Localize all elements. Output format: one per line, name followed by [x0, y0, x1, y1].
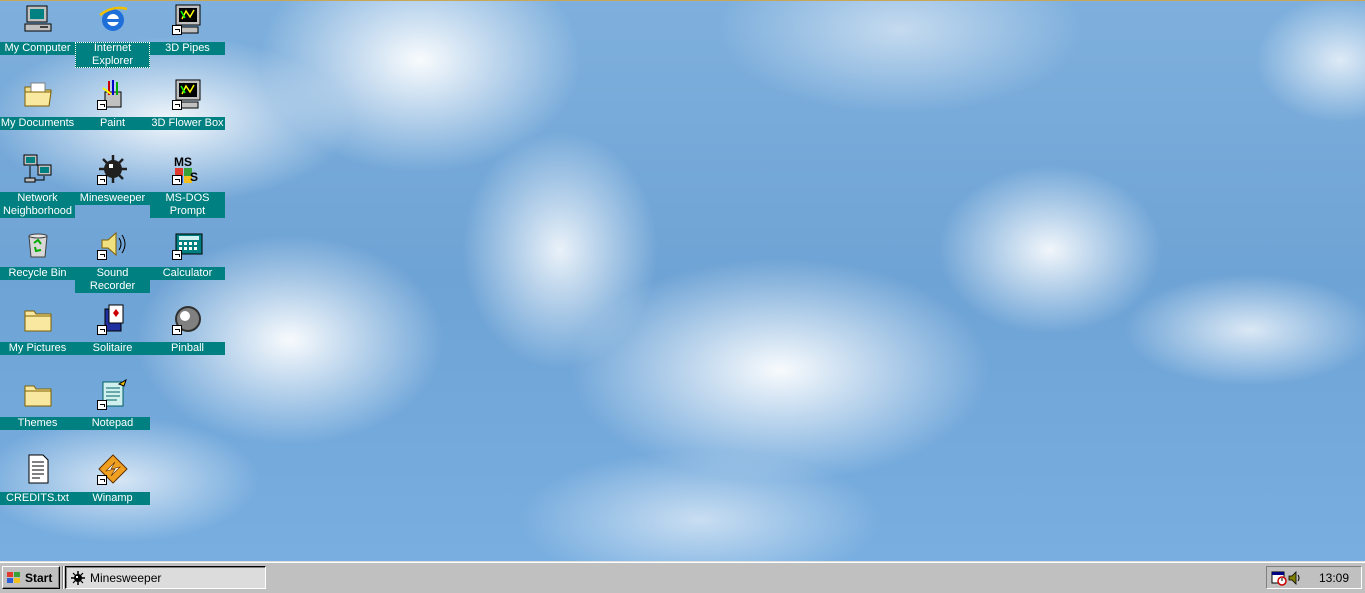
recycle-bin-icon: [22, 228, 54, 260]
desktop-icon-network-neighborhood[interactable]: Network Neighborhood: [0, 153, 75, 225]
desktop-icon-label: Winamp: [75, 492, 150, 505]
shortcut-arrow-icon: [172, 100, 182, 110]
desktop-icon-my-pictures[interactable]: My Pictures: [0, 303, 75, 375]
desktop-icon-label: Recycle Bin: [0, 267, 75, 280]
folder-documents-icon: [22, 78, 54, 110]
shortcut-arrow-icon: [172, 325, 182, 335]
desktop-icon-label: Themes: [0, 417, 75, 430]
desktop-icon-label: CREDITS.txt: [0, 492, 75, 505]
shortcut-arrow-icon: [172, 175, 182, 185]
taskbar: Start Minesweeper 13:09: [0, 561, 1365, 593]
msdos-icon: MS S: [172, 153, 204, 185]
desktop-icon-label: Network Neighborhood: [0, 192, 75, 218]
svg-text:S: S: [190, 170, 198, 184]
svg-text:MS: MS: [174, 155, 192, 169]
desktop[interactable]: My Computer Internet Explorer 3D Pipes My D…: [0, 0, 1365, 561]
paint-icon: [97, 78, 129, 110]
notepad-icon: [97, 378, 129, 410]
desktop-icon-pinball[interactable]: Pinball: [150, 303, 225, 375]
desktop-icon-calculator[interactable]: Calculator: [150, 228, 225, 300]
speaker-icon: [97, 228, 129, 260]
desktop-icon-ms-dos-prompt[interactable]: MS S MS-DOS Prompt: [150, 153, 225, 225]
text-file-icon: [22, 453, 54, 485]
desktop-icon-themes[interactable]: Themes: [0, 378, 75, 450]
desktop-icon-label: MS-DOS Prompt: [150, 192, 225, 218]
taskbar-button-minesweeper[interactable]: Minesweeper: [65, 566, 266, 589]
winamp-icon: [97, 453, 129, 485]
shortcut-arrow-icon: [97, 250, 107, 260]
taskbar-separator: [62, 566, 64, 589]
shortcut-arrow-icon: [172, 250, 182, 260]
shortcut-arrow-icon: [97, 475, 107, 485]
desktop-icon-label: Sound Recorder: [75, 267, 150, 293]
computer-icon: [22, 3, 54, 35]
desktop-icon-label: Calculator: [150, 267, 225, 280]
desktop-icon-solitaire[interactable]: Solitaire: [75, 303, 150, 375]
mine-icon: [71, 571, 85, 585]
start-label: Start: [25, 571, 53, 585]
clock[interactable]: 13:09: [1319, 571, 1349, 585]
scheduler-icon[interactable]: [1271, 570, 1287, 586]
desktop-icon-label: Paint: [75, 117, 150, 130]
calculator-icon: [172, 228, 204, 260]
internet-explorer-icon: [97, 3, 129, 35]
windows-logo-icon: [7, 572, 20, 583]
desktop-icon-label: My Computer: [0, 42, 75, 55]
desktop-icon-label: Pinball: [150, 342, 225, 355]
taskbar-button-label: Minesweeper: [90, 571, 162, 585]
shortcut-arrow-icon: [97, 325, 107, 335]
screensaver-icon: [172, 3, 204, 35]
desktop-icon-paint[interactable]: Paint: [75, 78, 150, 150]
screensaver-icon: [172, 78, 204, 110]
pinball-icon: [172, 303, 204, 335]
mine-icon: [97, 153, 129, 185]
desktop-icon-label: My Pictures: [0, 342, 75, 355]
shortcut-arrow-icon: [97, 175, 107, 185]
folder-icon: [22, 378, 54, 410]
system-tray: 13:09: [1266, 566, 1362, 589]
shortcut-arrow-icon: [97, 400, 107, 410]
volume-icon[interactable]: [1288, 570, 1302, 586]
desktop-icon-my-documents[interactable]: My Documents: [0, 78, 75, 150]
desktop-icon-notepad[interactable]: Notepad: [75, 378, 150, 450]
shortcut-arrow-icon: [172, 25, 182, 35]
desktop-icon-label: Notepad: [75, 417, 150, 430]
folder-icon: [22, 303, 54, 335]
desktop-icon-credits[interactable]: CREDITS.txt: [0, 453, 75, 525]
desktop-icon-winamp[interactable]: Winamp: [75, 453, 150, 525]
desktop-icon-recycle-bin[interactable]: Recycle Bin: [0, 228, 75, 300]
desktop-icon-sound-recorder[interactable]: Sound Recorder: [75, 228, 150, 300]
desktop-icon-label: 3D Pipes: [150, 42, 225, 55]
desktop-icon-3d-pipes[interactable]: 3D Pipes: [150, 3, 225, 75]
desktop-icon-label: Solitaire: [75, 342, 150, 355]
desktop-icon-my-computer[interactable]: My Computer: [0, 3, 75, 75]
shortcut-arrow-icon: [97, 100, 107, 110]
start-button[interactable]: Start: [2, 566, 60, 589]
cards-icon: [97, 303, 129, 335]
desktop-icon-label: Internet Explorer: [75, 42, 150, 68]
top-border: [0, 0, 1365, 1]
desktop-icon-minesweeper[interactable]: Minesweeper: [75, 153, 150, 225]
desktop-icon-3d-flower-box[interactable]: 3D Flower Box: [150, 78, 225, 150]
desktop-icon-label: 3D Flower Box: [150, 117, 225, 130]
desktop-icon-label: My Documents: [0, 117, 75, 130]
network-icon: [22, 153, 54, 185]
desktop-icon-internet-explorer[interactable]: Internet Explorer: [75, 3, 150, 75]
desktop-icon-label: Minesweeper: [75, 192, 150, 205]
